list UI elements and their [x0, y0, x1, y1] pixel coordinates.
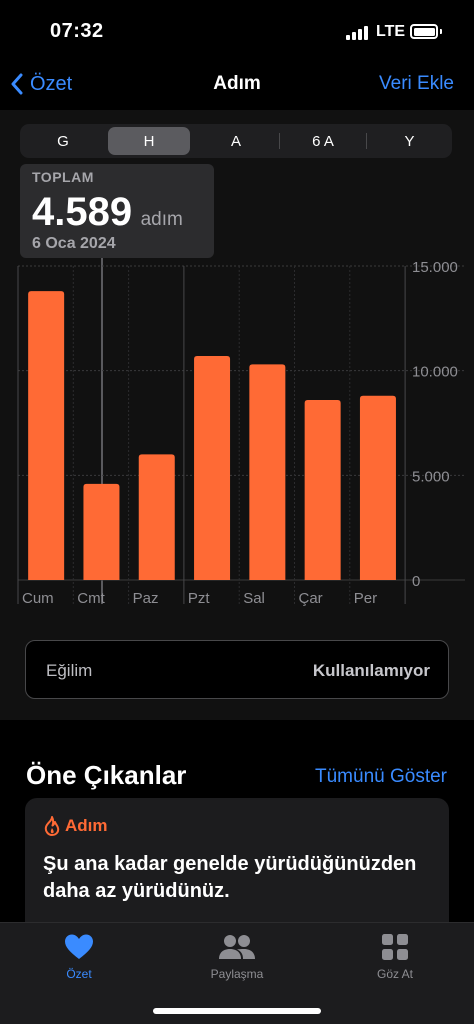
tooltip-date: 6 Oca 2024	[32, 235, 116, 252]
x-tick-label: Paz	[133, 590, 159, 607]
chart-bar[interactable]	[249, 364, 286, 580]
people-icon	[219, 935, 255, 959]
y-tick-label: 5.000	[412, 468, 450, 485]
tab-label: Paylaşma	[210, 967, 264, 981]
highlight-text: Şu ana kadar genelde yürüdüğünüzden daha…	[43, 853, 417, 902]
tooltip-label: TOPLAM	[32, 169, 94, 185]
status-time: 07:32	[50, 20, 104, 42]
highlights-title: Öne Çıkanlar	[26, 760, 187, 790]
y-tick-label: 15.000	[412, 259, 458, 276]
period-segmented-control: G H A 6 A Y	[20, 124, 452, 158]
home-indicator	[153, 1008, 321, 1014]
nav-bar: Özet Adım Veri Ekle	[0, 60, 474, 110]
grid-icon	[382, 934, 408, 960]
y-tick-label: 0	[412, 573, 420, 590]
x-tick-label: Cmt	[77, 590, 105, 607]
trend-card[interactable]: Eğilim Kullanılamıyor	[25, 640, 449, 699]
tooltip-value-row: 4.589 adım	[32, 190, 183, 235]
x-tick-label: Per	[354, 590, 377, 607]
segment-year[interactable]: Y	[367, 124, 452, 158]
steps-bar-chart[interactable]: 0 5.000 10.000 15.000 Cum Cmt Paz Pzt Sal Çar Per	[0, 250, 474, 610]
y-tick-label: 10.000	[412, 364, 458, 381]
tab-label: Özet	[66, 967, 92, 981]
highlight-header: Adım	[43, 816, 108, 836]
show-all-link[interactable]: Tümünü Göster	[315, 766, 447, 788]
chart-bar[interactable]	[138, 454, 175, 580]
heart-icon	[65, 934, 93, 959]
segment-week[interactable]: H	[108, 127, 190, 155]
trend-label: Eğilim	[46, 661, 93, 680]
chart-bar[interactable]	[359, 395, 396, 580]
x-tick-label: Sal	[243, 590, 265, 607]
chart-bar[interactable]	[83, 483, 120, 580]
segment-six-months[interactable]: 6 A	[280, 124, 366, 158]
segment-day[interactable]: G	[20, 124, 106, 158]
segment-month[interactable]: A	[193, 124, 279, 158]
add-data-button[interactable]: Veri Ekle	[379, 73, 454, 95]
tooltip-unit: adım	[140, 209, 183, 230]
battery-cap	[440, 29, 442, 34]
signal-icon	[346, 26, 370, 40]
trend-value: Kullanılamıyor	[312, 661, 430, 680]
tooltip-value: 4.589	[32, 190, 133, 234]
x-tick-label: Cum	[22, 590, 54, 607]
selection-tooltip: TOPLAM 4.589 adım 6 Oca 2024	[20, 164, 214, 258]
x-tick-label: Çar	[299, 590, 323, 607]
tab-summary[interactable]: Özet	[19, 933, 139, 993]
status-bar: 07:32 LTE	[0, 0, 474, 60]
highlight-category: Adım	[65, 816, 108, 835]
network-label: LTE	[376, 23, 406, 40]
chart-bar[interactable]	[28, 291, 65, 580]
chart-bar[interactable]	[304, 399, 341, 580]
battery-icon	[410, 24, 438, 39]
tab-sharing[interactable]: Paylaşma	[177, 933, 297, 993]
tab-browse[interactable]: Göz At	[335, 933, 455, 993]
flame-icon	[44, 816, 60, 836]
x-tick-label: Pzt	[188, 590, 211, 607]
tab-label: Göz At	[376, 967, 414, 981]
chart-bar[interactable]	[194, 356, 231, 580]
